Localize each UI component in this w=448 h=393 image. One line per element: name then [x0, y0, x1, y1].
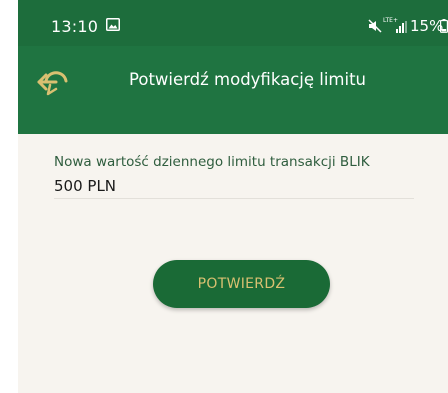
battery-percent: 15% [410, 17, 444, 35]
limit-confirmation-content: Nowa wartość dziennego limitu transakcji… [18, 134, 448, 393]
mute-icon [368, 19, 382, 33]
back-arrow-icon[interactable] [36, 66, 72, 98]
confirm-button[interactable]: POTWIERDŹ [153, 260, 330, 308]
phone-screen: 13:10 LTE+ 15% Potwierdź modyfikację lim… [18, 0, 448, 393]
battery-icon [440, 19, 448, 33]
signal-icon [396, 20, 407, 33]
status-time: 13:10 [51, 17, 99, 36]
limit-field-value: 500 PLN [54, 177, 117, 195]
page-title: Potwierdź modyfikację limitu [129, 70, 367, 89]
field-divider [54, 198, 414, 199]
gallery-icon [106, 18, 120, 31]
status-bar: 13:10 LTE+ 15% [18, 0, 448, 46]
app-header: Potwierdź modyfikację limitu [18, 46, 448, 134]
limit-field-label: Nowa wartość dziennego limitu transakcji… [54, 154, 370, 170]
